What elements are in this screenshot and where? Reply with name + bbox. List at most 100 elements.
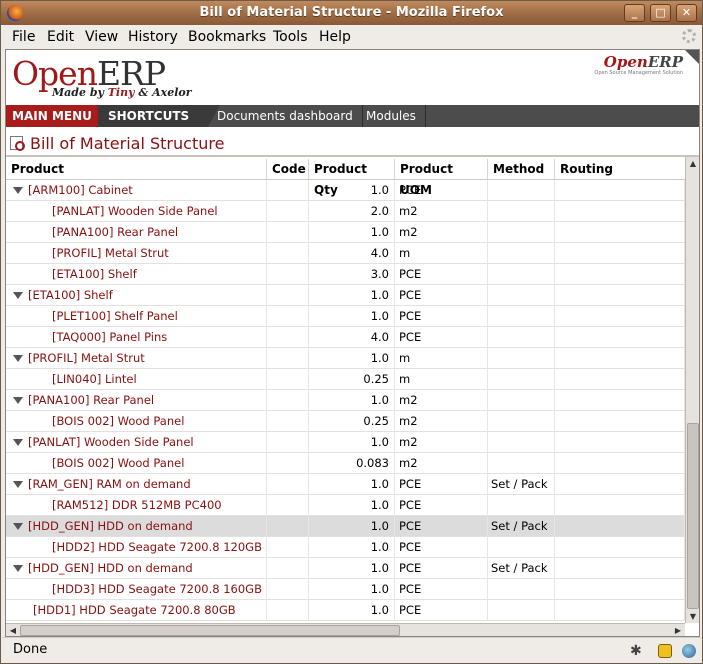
product-cell[interactable]: [HDD_GEN] HDD on demand [6,558,267,579]
product-name[interactable]: [ARM100] Cabinet [28,183,133,197]
table-row[interactable]: [PROFIL] Metal Strut 4.0 m [6,243,685,264]
close-button[interactable]: ✕ [676,4,697,22]
product-cell[interactable]: [PANA100] Rear Panel [6,222,267,243]
column-header-code[interactable]: Code [267,159,309,180]
product-cell[interactable]: [PROFIL] Metal Strut [6,243,267,264]
product-name[interactable]: [PROFIL] Metal Strut [28,351,145,365]
expand-triangle-icon[interactable] [13,565,23,572]
expand-triangle-icon[interactable] [13,523,23,530]
product-cell[interactable]: [ETA100] Shelf [6,285,267,306]
shortcut-documents-dashboard[interactable]: Documents dashboard [208,105,363,127]
menu-edit[interactable]: Edit [47,29,74,45]
table-row[interactable]: [PANA100] Rear Panel 1.0 m2 [6,222,685,243]
openerp-small-logo[interactable]: OpenERP [604,53,683,71]
expand-triangle-icon[interactable] [13,292,23,299]
table-row[interactable]: [ETA100] Shelf 3.0 PCE [6,264,685,285]
product-name[interactable]: [PANA100] Rear Panel [28,393,154,407]
table-row[interactable]: [BOIS 002] Wood Panel 0.25 m2 [6,411,685,432]
vertical-scroll-thumb[interactable] [687,423,699,609]
table-row[interactable]: [PANA100] Rear Panel 1.0 m2 [6,390,685,411]
product-cell[interactable]: [PROFIL] Metal Strut [6,348,267,369]
table-row[interactable]: [PANLAT] Wooden Side Panel 2.0 m2 [6,201,685,222]
scroll-right-arrow-icon[interactable]: ▶ [671,624,685,636]
horizontal-scrollbar[interactable]: ◀ ▶ [6,623,685,636]
product-name[interactable]: [HDD3] HDD Seagate 7200.8 160GB [52,582,262,596]
scroll-up-arrow-icon[interactable]: ▲ [686,157,699,170]
table-row[interactable]: [TAQ000] Panel Pins 4.0 PCE [6,327,685,348]
expand-triangle-icon[interactable] [13,481,23,488]
extension-icon[interactable] [658,644,672,658]
product-name[interactable]: [BOIS 002] Wood Panel [52,414,184,428]
product-name[interactable]: [TAQ000] Panel Pins [52,330,167,344]
menu-view[interactable]: View [85,29,118,45]
product-name[interactable]: [RAM512] DDR 512MB PC400 [52,498,222,512]
product-cell[interactable]: [HDD_GEN] HDD on demand [6,516,267,537]
menu-bookmarks[interactable]: Bookmarks [188,29,266,45]
shortcuts-label[interactable]: SHORTCUTS [98,105,220,127]
table-row[interactable]: [HDD2] HDD Seagate 7200.8 120GB 1.0 PCE [6,537,685,558]
menu-tools[interactable]: Tools [273,29,308,45]
column-header-method[interactable]: Method [488,159,555,180]
minimize-button[interactable]: _ [624,4,645,22]
horizontal-scroll-thumb[interactable] [20,625,400,636]
product-cell[interactable]: [PANLAT] Wooden Side Panel [6,432,267,453]
product-cell[interactable]: [RAM512] DDR 512MB PC400 [6,495,267,516]
product-name[interactable]: [ETA100] Shelf [52,267,137,281]
product-cell[interactable]: [TAQ000] Panel Pins [6,327,267,348]
table-row[interactable]: [RAM512] DDR 512MB PC400 1.0 PCE [6,495,685,516]
main-menu-button[interactable]: MAIN MENU [6,105,98,127]
menu-history[interactable]: History [128,29,178,45]
menu-file[interactable]: File [12,29,35,45]
table-row[interactable]: [ETA100] Shelf 1.0 PCE [6,285,685,306]
bug-icon[interactable]: ✱ [630,643,642,659]
column-header-uom[interactable]: Product UOM [395,159,488,197]
menu-help[interactable]: Help [319,29,351,45]
title-bar[interactable]: Bill of Material Structure - Mozilla Fir… [1,1,702,25]
table-row[interactable]: [PANLAT] Wooden Side Panel 1.0 m2 [6,432,685,453]
product-name[interactable]: [HDD_GEN] HDD on demand [28,519,193,533]
product-cell[interactable]: [BOIS 002] Wood Panel [6,453,267,474]
expand-triangle-icon[interactable] [13,355,23,362]
expand-triangle-icon[interactable] [13,439,23,446]
product-cell[interactable]: [ETA100] Shelf [6,264,267,285]
globe-icon[interactable] [682,644,696,658]
expand-triangle-icon[interactable] [13,397,23,404]
product-name[interactable]: [BOIS 002] Wood Panel [52,456,184,470]
product-name[interactable]: [HDD_GEN] HDD on demand [28,561,193,575]
product-cell[interactable]: [LIN040] Lintel [6,369,267,390]
product-cell[interactable]: [PANA100] Rear Panel [6,390,267,411]
scroll-down-arrow-icon[interactable]: ▼ [686,610,699,623]
maximize-button[interactable]: □ [650,4,671,22]
product-name[interactable]: [PLET100] Shelf Panel [52,309,178,323]
expand-triangle-icon[interactable] [13,187,23,194]
table-row[interactable]: [ARM100] Cabinet 1.0 PCE [6,180,685,201]
vertical-scrollbar[interactable]: ▲ ▼ [685,157,699,623]
product-name[interactable]: [HDD1] HDD Seagate 7200.8 80GB [33,603,236,617]
product-name[interactable]: [RAM_GEN] RAM on demand [28,477,191,491]
table-row[interactable]: [RAM_GEN] RAM on demand 1.0 PCE Set / Pack [6,474,685,495]
column-header-qty[interactable]: Product Qty [309,159,395,197]
product-cell[interactable]: [ARM100] Cabinet [6,180,267,201]
product-cell[interactable]: [HDD1] HDD Seagate 7200.8 80GB [6,600,267,621]
table-row[interactable]: [HDD1] HDD Seagate 7200.8 80GB 1.0 PCE [6,600,685,621]
column-header-routing[interactable]: Routing [555,159,685,180]
product-name[interactable]: [PANLAT] Wooden Side Panel [52,204,218,218]
table-row[interactable]: [BOIS 002] Wood Panel 0.083 m2 [6,453,685,474]
product-name[interactable]: [PANLAT] Wooden Side Panel [28,435,194,449]
table-row[interactable]: [PLET100] Shelf Panel 1.0 PCE [6,306,685,327]
scroll-left-arrow-icon[interactable]: ◀ [6,624,20,636]
product-cell[interactable]: [PLET100] Shelf Panel [6,306,267,327]
product-cell[interactable]: [PANLAT] Wooden Side Panel [6,201,267,222]
shortcut-modules[interactable]: Modules [357,105,426,127]
product-name[interactable]: [HDD2] HDD Seagate 7200.8 120GB [52,540,262,554]
table-row[interactable]: [HDD3] HDD Seagate 7200.8 160GB 1.0 PCE [6,579,685,600]
product-name[interactable]: [LIN040] Lintel [52,372,137,386]
table-row[interactable]: [PROFIL] Metal Strut 1.0 m [6,348,685,369]
product-cell[interactable]: [HDD2] HDD Seagate 7200.8 120GB [6,537,267,558]
product-name[interactable]: [PANA100] Rear Panel [52,225,178,239]
column-header-product[interactable]: Product [6,159,267,180]
product-name[interactable]: [PROFIL] Metal Strut [52,246,169,260]
table-row[interactable]: [LIN040] Lintel 0.25 m [6,369,685,390]
product-name[interactable]: [ETA100] Shelf [28,288,113,302]
product-cell[interactable]: [RAM_GEN] RAM on demand [6,474,267,495]
